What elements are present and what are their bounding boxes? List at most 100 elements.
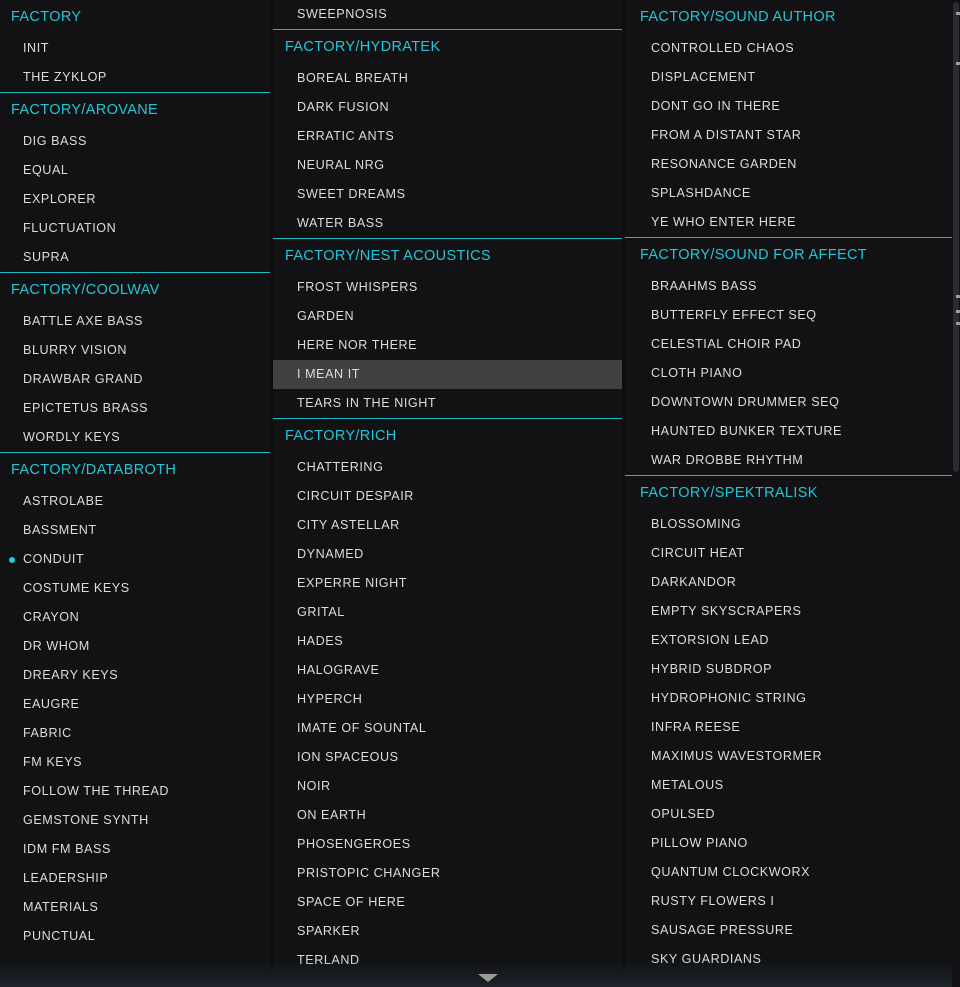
preset-item[interactable]: INFRA REESE: [625, 713, 960, 742]
preset-item[interactable]: YE WHO ENTER HERE: [625, 208, 960, 237]
preset-item[interactable]: BRAAHMS BASS: [625, 272, 960, 301]
preset-item[interactable]: PUNCTUAL: [0, 922, 270, 951]
preset-item[interactable]: FROM A DISTANT STAR: [625, 121, 960, 150]
preset-item[interactable]: COSTUME KEYS: [0, 574, 270, 603]
preset-item[interactable]: INIT: [0, 34, 270, 63]
preset-item[interactable]: HAUNTED BUNKER TEXTURE: [625, 417, 960, 446]
preset-item[interactable]: CHATTERING: [273, 453, 622, 482]
preset-item[interactable]: FABRIC: [0, 719, 270, 748]
preset-item[interactable]: HERE NOR THERE: [273, 331, 622, 360]
preset-item[interactable]: HYPERCH: [273, 685, 622, 714]
preset-item[interactable]: BUTTERFLY EFFECT SEQ: [625, 301, 960, 330]
preset-item[interactable]: EQUAL: [0, 156, 270, 185]
preset-item[interactable]: I MEAN IT: [273, 360, 622, 389]
preset-item[interactable]: DREARY KEYS: [0, 661, 270, 690]
preset-item-label: CONDUIT: [23, 552, 85, 566]
vertical-scrollbar-thumb[interactable]: [953, 2, 959, 472]
preset-item[interactable]: ERRATIC ANTS: [273, 122, 622, 151]
preset-item[interactable]: CIRCUIT HEAT: [625, 539, 960, 568]
preset-item[interactable]: FOLLOW THE THREAD: [0, 777, 270, 806]
preset-item[interactable]: DOWNTOWN DRUMMER SEQ: [625, 388, 960, 417]
preset-item[interactable]: EXPLORER: [0, 185, 270, 214]
preset-item[interactable]: EMPTY SKYSCRAPERS: [625, 597, 960, 626]
scroll-down-arrow-icon[interactable]: [478, 974, 498, 982]
preset-item[interactable]: CONTROLLED CHAOS: [625, 34, 960, 63]
preset-item-label: GEMSTONE SYNTH: [23, 813, 149, 827]
preset-item[interactable]: BASSMENT: [0, 516, 270, 545]
preset-item[interactable]: SPLASHDANCE: [625, 179, 960, 208]
preset-item[interactable]: SUPRA: [0, 243, 270, 272]
preset-item[interactable]: FLUCTUATION: [0, 214, 270, 243]
preset-item[interactable]: HYBRID SUBDROP: [625, 655, 960, 684]
preset-item[interactable]: PILLOW PIANO: [625, 829, 960, 858]
preset-item[interactable]: MAXIMUS WAVESTORMER: [625, 742, 960, 771]
preset-item[interactable]: CELESTIAL CHOIR PAD: [625, 330, 960, 359]
preset-item[interactable]: PHOSENGEROES: [273, 830, 622, 859]
preset-item[interactable]: WAR DROBBE RHYTHM: [625, 446, 960, 475]
preset-item[interactable]: GEMSTONE SYNTH: [0, 806, 270, 835]
preset-item[interactable]: FROST WHISPERS: [273, 273, 622, 302]
preset-item[interactable]: WATER BASS: [273, 209, 622, 238]
preset-item[interactable]: SPACE OF HERE: [273, 888, 622, 917]
preset-item[interactable]: ASTROLABE: [0, 487, 270, 516]
preset-item[interactable]: HALOGRAVE: [273, 656, 622, 685]
preset-item[interactable]: BLOSSOMING: [625, 510, 960, 539]
preset-item[interactable]: DIG BASS: [0, 127, 270, 156]
preset-item[interactable]: TERLAND: [273, 946, 622, 975]
preset-item[interactable]: PRISTOPIC CHANGER: [273, 859, 622, 888]
preset-item[interactable]: SPARKER: [273, 917, 622, 946]
preset-item[interactable]: IMATE OF SOUNTAL: [273, 714, 622, 743]
preset-item[interactable]: LEADERSHIP: [0, 864, 270, 893]
preset-item[interactable]: EXTORSION LEAD: [625, 626, 960, 655]
preset-item[interactable]: RESONANCE GARDEN: [625, 150, 960, 179]
preset-item[interactable]: NOIR: [273, 772, 622, 801]
preset-item[interactable]: SKY GUARDIANS: [625, 945, 960, 974]
preset-item[interactable]: CONDUIT: [0, 545, 270, 574]
preset-item[interactable]: BATTLE AXE BASS: [0, 307, 270, 336]
preset-item[interactable]: ON EARTH: [273, 801, 622, 830]
preset-item[interactable]: RUSTY FLOWERS I: [625, 887, 960, 916]
preset-item[interactable]: IDM FM BASS: [0, 835, 270, 864]
preset-item[interactable]: DARKANDOR: [625, 568, 960, 597]
preset-item[interactable]: SAUSAGE PRESSURE: [625, 916, 960, 945]
preset-item-label: DREARY KEYS: [23, 668, 119, 682]
preset-item[interactable]: HADES: [273, 627, 622, 656]
preset-item[interactable]: DR WHOM: [0, 632, 270, 661]
preset-item[interactable]: BLURRY VISION: [0, 336, 270, 365]
preset-item[interactable]: CITY ASTELLAR: [273, 511, 622, 540]
preset-item[interactable]: DISPLACEMENT: [625, 63, 960, 92]
scrollbar-edge-tick: [956, 322, 960, 325]
preset-item[interactable]: GRITAL: [273, 598, 622, 627]
preset-item[interactable]: QUANTUM CLOCKWORX: [625, 858, 960, 887]
preset-item[interactable]: TEARS IN THE NIGHT: [273, 389, 622, 418]
preset-item[interactable]: OPULSED: [625, 800, 960, 829]
preset-item[interactable]: DARK FUSION: [273, 93, 622, 122]
preset-item[interactable]: NEURAL NRG: [273, 151, 622, 180]
preset-item[interactable]: BOREAL BREATH: [273, 64, 622, 93]
preset-item[interactable]: FM KEYS: [0, 748, 270, 777]
preset-item[interactable]: CIRCUIT DESPAIR: [273, 482, 622, 511]
preset-item[interactable]: MATERIALS: [0, 893, 270, 922]
preset-item[interactable]: DYNAMED: [273, 540, 622, 569]
preset-item[interactable]: HYDROPHONIC STRING: [625, 684, 960, 713]
preset-item[interactable]: DRAWBAR GRAND: [0, 365, 270, 394]
preset-column-left[interactable]: FACTORY INIT THE ZYKLOP FACTORY/AROVANE DIG …: [0, 0, 270, 987]
preset-item[interactable]: GARDEN: [273, 302, 622, 331]
preset-item[interactable]: CLOTH PIANO: [625, 359, 960, 388]
preset-item[interactable]: WORDLY KEYS: [0, 423, 270, 452]
preset-column-middle[interactable]: SWEEPNOSIS FACTORY/HYDRATEK BOREAL BREATH D…: [273, 0, 622, 987]
preset-item[interactable]: EXPERRE NIGHT: [273, 569, 622, 598]
preset-group-header: FACTORY/SOUND AUTHOR: [640, 9, 836, 25]
preset-column-right[interactable]: FACTORY/SOUND AUTHOR CONTROLLED CHAOS DISP…: [625, 0, 960, 987]
preset-item[interactable]: METALOUS: [625, 771, 960, 800]
preset-item[interactable]: SWEEPNOSIS: [273, 0, 622, 29]
preset-item[interactable]: EAUGRE: [0, 690, 270, 719]
preset-item[interactable]: SWEET DREAMS: [273, 180, 622, 209]
preset-item[interactable]: DONT GO IN THERE: [625, 92, 960, 121]
preset-item[interactable]: EPICTETUS BRASS: [0, 394, 270, 423]
preset-item[interactable]: CRAYON: [0, 603, 270, 632]
preset-item[interactable]: THE ZYKLOP: [0, 63, 270, 92]
vertical-scrollbar[interactable]: [952, 0, 960, 987]
preset-item[interactable]: ION SPACEOUS: [273, 743, 622, 772]
preset-item-label: DOWNTOWN DRUMMER SEQ: [651, 395, 840, 409]
